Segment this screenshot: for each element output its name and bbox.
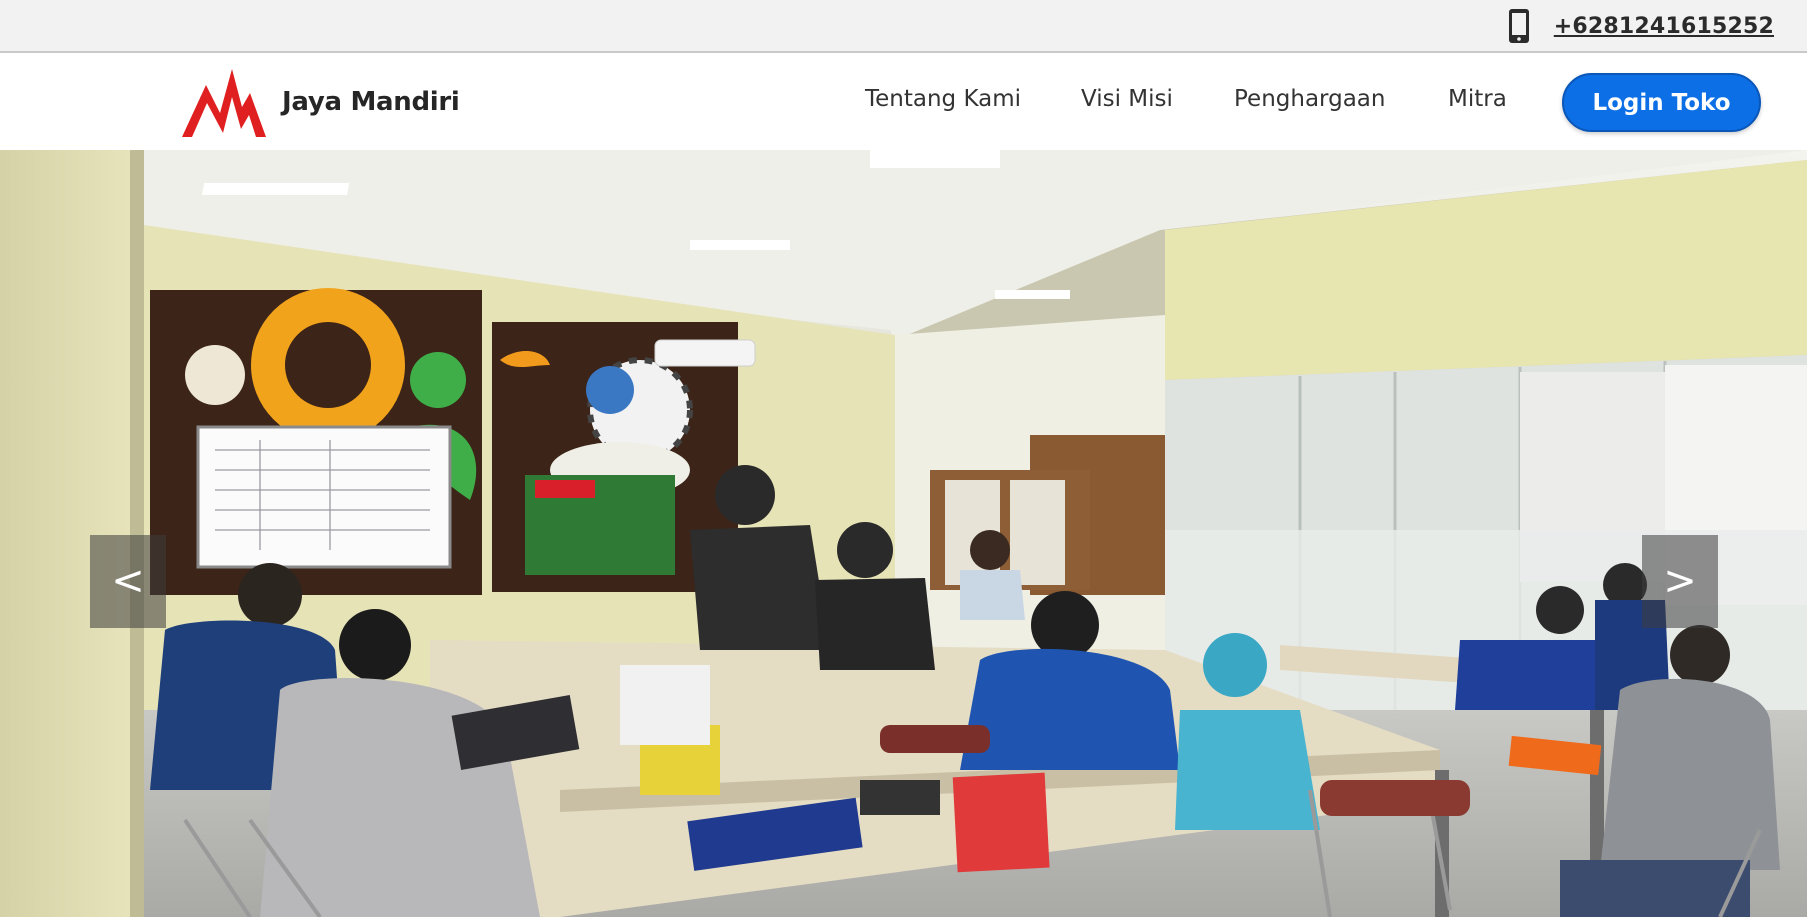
- phone-number: +6281241615252: [1553, 13, 1774, 39]
- login-toko-button[interactable]: Login Toko: [1562, 73, 1761, 132]
- hero-carousel: < >: [0, 150, 1807, 917]
- nav-menu: Tentang Kami Visi Misi Penghargaan Mitra: [0, 53, 1807, 150]
- nav-item-mitra[interactable]: Mitra: [1448, 86, 1507, 112]
- phone-link[interactable]: +6281241615252: [1508, 8, 1774, 44]
- carousel-next-button[interactable]: >: [1642, 535, 1718, 628]
- carousel-prev-button[interactable]: <: [90, 535, 166, 628]
- nav-item-visi-misi[interactable]: Visi Misi: [1081, 86, 1173, 112]
- office-photo-slide: [0, 150, 1807, 917]
- nav-item-tentang-kami[interactable]: Tentang Kami: [865, 86, 1021, 112]
- nav-item-penghargaan[interactable]: Penghargaan: [1234, 86, 1385, 112]
- top-contact-bar: +6281241615252: [0, 0, 1807, 53]
- main-navbar: Jaya Mandiri Tentang Kami Visi Misi Peng…: [0, 53, 1807, 150]
- mobile-phone-icon: [1508, 9, 1529, 43]
